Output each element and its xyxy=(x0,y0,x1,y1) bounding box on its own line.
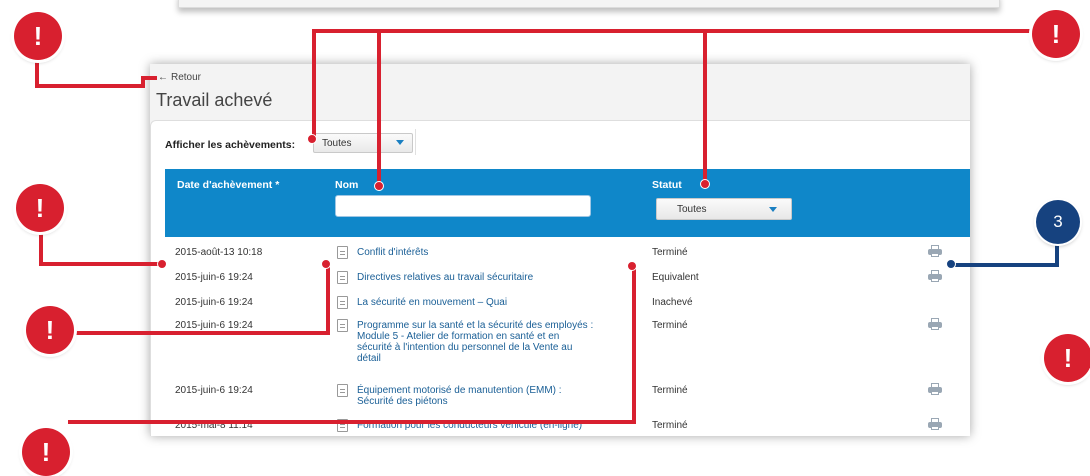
annotation-dot-blue xyxy=(946,259,956,269)
alert-badge: ! xyxy=(1032,10,1080,58)
print-icon[interactable] xyxy=(928,270,942,282)
print-icon[interactable] xyxy=(928,383,942,395)
completion-filter-value: Toutes xyxy=(322,138,352,149)
page-title: Travail achevé xyxy=(156,90,273,110)
annotation-connector xyxy=(312,29,1054,33)
status-filter-select[interactable]: Toutes xyxy=(656,198,792,220)
back-arrow-icon: ← xyxy=(158,72,168,83)
annotation-connector xyxy=(703,29,707,185)
annotation-connector-blue xyxy=(1055,240,1059,267)
column-header-name[interactable]: Nom xyxy=(335,179,358,191)
print-icon[interactable] xyxy=(928,418,942,430)
annotation-connector xyxy=(632,265,636,424)
annotation-connector xyxy=(326,262,330,335)
name-filter-input[interactable] xyxy=(335,195,591,217)
course-link[interactable]: Conflit d'intérêts xyxy=(357,247,597,258)
annotation-dot xyxy=(307,134,317,144)
row-date: 2015-juin-6 19:24 xyxy=(175,297,253,308)
row-date: 2015-juin-6 19:24 xyxy=(175,385,253,396)
annotation-connector xyxy=(35,84,145,88)
annotated-screenshot: ← Retour Travail achevé Afficher les achè… xyxy=(0,0,1090,476)
alert-badge: ! xyxy=(14,12,62,60)
alert-badge: ! xyxy=(1044,334,1090,382)
table-header: Date d'achèvement * Nom Statut Toutes xyxy=(165,169,970,237)
content-panel: Afficher les achèvements: Toutes Date d'… xyxy=(150,120,970,436)
chevron-down-icon xyxy=(769,207,777,212)
divider xyxy=(415,129,416,155)
document-icon xyxy=(337,246,348,259)
course-link[interactable]: Directives relatives au travail sécurita… xyxy=(357,272,597,283)
annotation-dot xyxy=(157,259,167,269)
row-status: Equivalent xyxy=(652,272,699,283)
annotation-connector xyxy=(39,262,161,266)
row-status: Terminé xyxy=(652,420,688,431)
document-icon xyxy=(337,271,348,284)
document-icon xyxy=(337,319,348,332)
row-status: Terminé xyxy=(652,320,688,331)
annotation-connector xyxy=(141,76,157,80)
row-status: Terminé xyxy=(652,385,688,396)
annotation-connector xyxy=(68,420,636,424)
column-header-status[interactable]: Statut xyxy=(652,179,682,191)
annotation-connector-blue xyxy=(952,263,1058,267)
row-date: 2015-juin-6 19:24 xyxy=(175,320,253,331)
previous-panel-edge xyxy=(178,0,1000,8)
alert-badge: ! xyxy=(26,306,74,354)
row-date: 2015-juin-6 19:24 xyxy=(175,272,253,283)
course-link[interactable]: Équipement motorisé de manutention (EMM)… xyxy=(357,385,597,407)
filter-label: Afficher les achèvements: xyxy=(165,139,296,151)
print-icon[interactable] xyxy=(928,318,942,330)
print-icon[interactable] xyxy=(928,245,942,257)
step-number-badge: 3 xyxy=(1036,200,1080,244)
annotation-connector xyxy=(377,29,381,187)
back-link[interactable]: ← Retour xyxy=(158,72,201,83)
annotation-dot xyxy=(700,179,710,189)
annotation-dot xyxy=(627,261,637,271)
back-label: Retour xyxy=(171,72,202,83)
completed-work-page: ← Retour Travail achevé Afficher les achè… xyxy=(150,64,970,436)
annotation-dot xyxy=(374,181,384,191)
row-status: Terminé xyxy=(652,247,688,258)
alert-badge: ! xyxy=(16,184,64,232)
completion-filter-select[interactable]: Toutes xyxy=(313,133,413,153)
alert-badge: ! xyxy=(22,428,70,476)
annotation-connector xyxy=(312,29,316,139)
course-link[interactable]: La sécurité en mouvement – Quai xyxy=(357,297,597,308)
document-icon xyxy=(337,296,348,309)
column-header-date[interactable]: Date d'achèvement * xyxy=(177,179,279,191)
status-filter-value: Toutes xyxy=(677,204,707,215)
chevron-down-icon xyxy=(396,140,404,145)
row-status: Inachevé xyxy=(652,297,693,308)
annotation-dot xyxy=(321,259,331,269)
row-date: 2015-août-13 10:18 xyxy=(175,247,263,258)
course-link[interactable]: Programme sur la santé et la sécurité de… xyxy=(357,320,597,364)
document-icon xyxy=(337,384,348,397)
annotation-connector xyxy=(68,331,330,335)
